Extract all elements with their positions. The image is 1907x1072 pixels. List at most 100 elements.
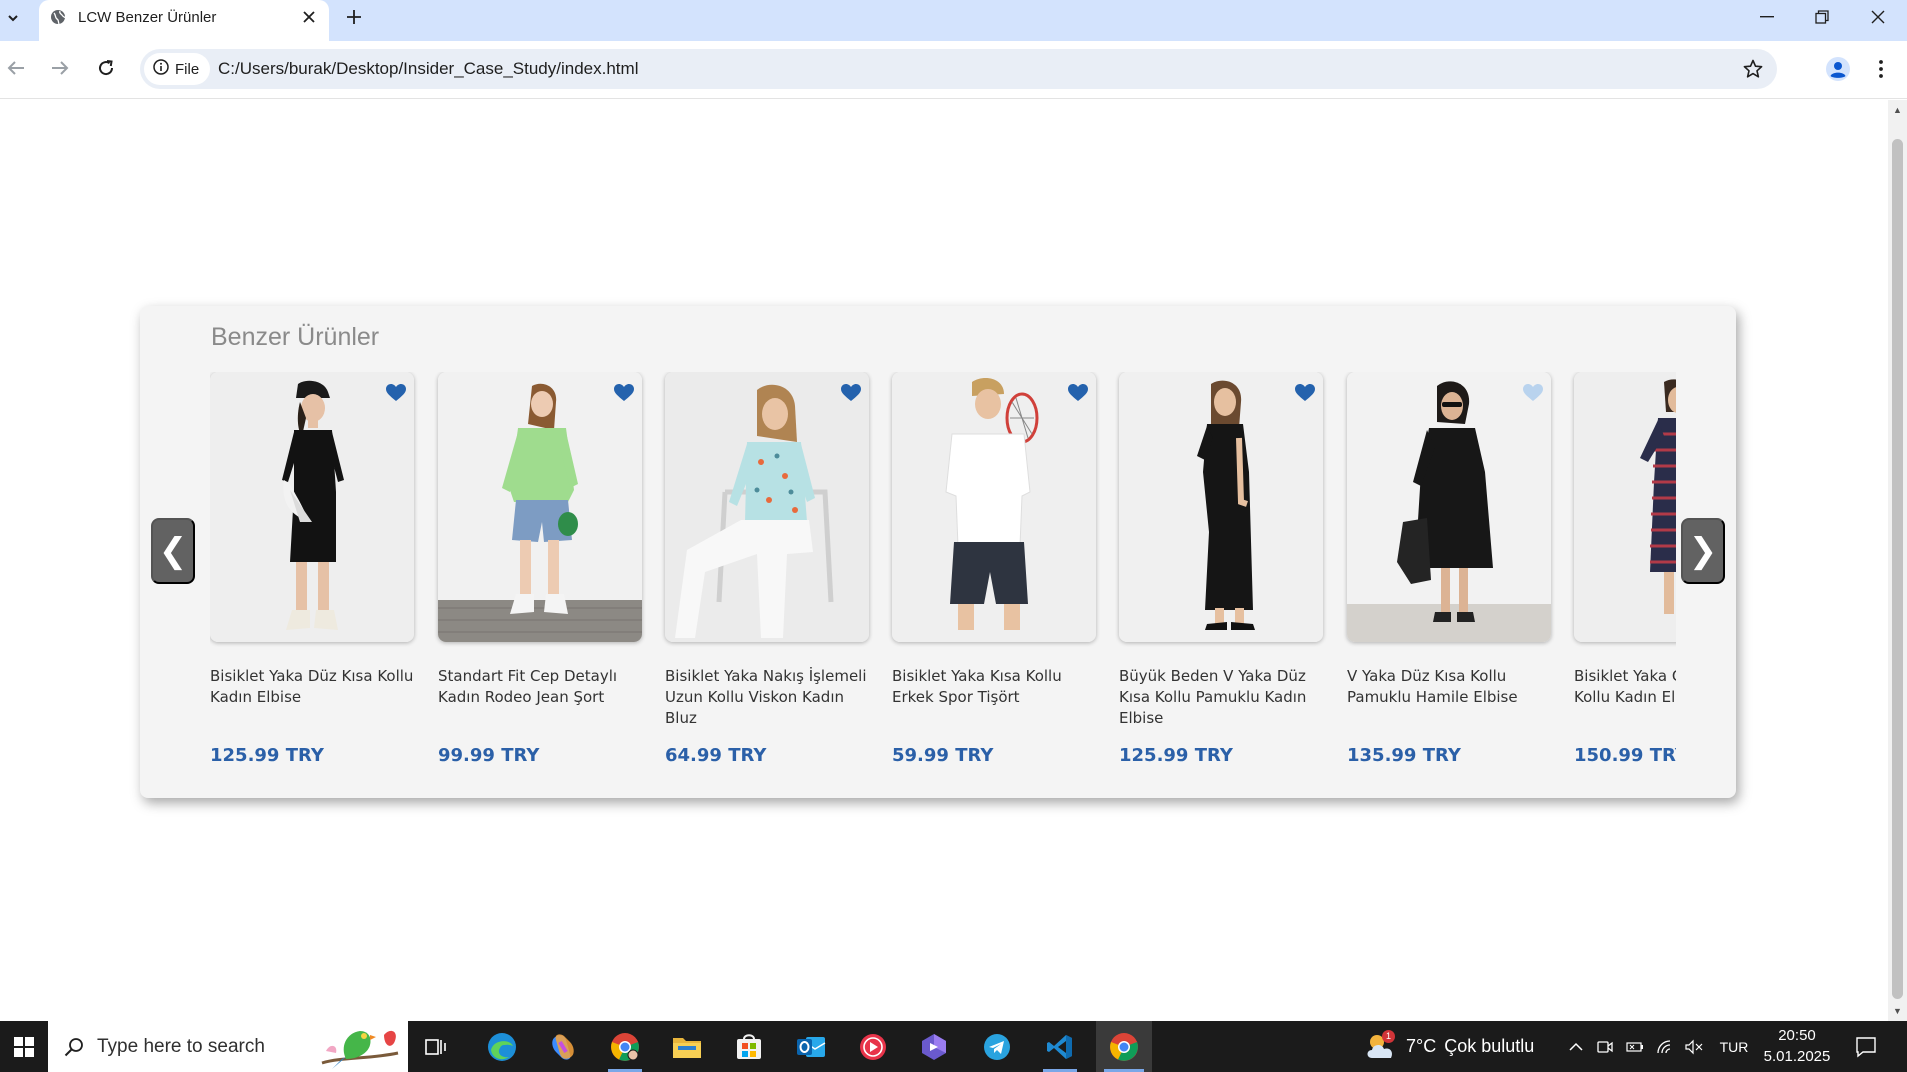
product-name[interactable]: Bisiklet Yaka Kısa Kollu Erkek Spor Tişö… — [892, 666, 1096, 708]
product-image[interactable] — [665, 372, 869, 642]
product-image[interactable] — [1347, 372, 1551, 642]
product-card[interactable]: Bisiklet Yaka Nakış İşlemeli Uzun Kollu … — [665, 372, 871, 782]
chrome-profile-icon[interactable] — [600, 1021, 650, 1072]
favorite-heart-icon[interactable] — [612, 382, 636, 404]
clock-date: 5.01.2025 — [1763, 1048, 1831, 1065]
heart-shape — [841, 384, 861, 401]
heart-shape — [1068, 384, 1088, 401]
media-player-icon[interactable] — [848, 1021, 898, 1072]
meet-camera-icon[interactable] — [1594, 1021, 1616, 1072]
product-card[interactable]: Bisiklet Yaka Çizgili Kısa Kollu Kadın E… — [1574, 372, 1676, 782]
search-highlight-bird-icon — [316, 1023, 402, 1070]
product-image[interactable] — [892, 372, 1096, 642]
address-bar[interactable]: File C:/Users/burak/Desktop/Insider_Case… — [140, 49, 1777, 89]
carousel-prev-button[interactable]: ❮ — [151, 518, 195, 584]
heart-shape — [386, 384, 406, 401]
product-image[interactable] — [210, 372, 414, 642]
close-window-icon[interactable] — [1850, 0, 1906, 34]
search-placeholder: Type here to search — [97, 1036, 265, 1057]
weather-widget[interactable]: 1 7°C Çok bulutlu — [1364, 1021, 1534, 1072]
active-tab[interactable]: LCW Benzer Ürünler — [39, 0, 329, 41]
network-icon[interactable] — [1654, 1021, 1676, 1072]
heart-shape — [1523, 384, 1543, 401]
system-clock[interactable]: 20:50 5.01.2025 — [1760, 1025, 1834, 1067]
reload-icon[interactable] — [91, 53, 121, 83]
new-tab-plus-icon[interactable] — [342, 5, 366, 29]
cloudy-weather-icon: 1 — [1364, 1029, 1398, 1062]
page-viewport: Benzer Ürünler Bisiklet Yaka Düz Kısa Ko… — [0, 100, 1888, 1021]
carousel-title: Benzer Ürünler — [211, 323, 380, 351]
site-info-label: File — [175, 60, 200, 78]
carousel-track: Bisiklet Yaka Düz Kısa Kollu Kadın Elbis… — [210, 372, 1676, 782]
windows-start-icon[interactable] — [0, 1021, 48, 1072]
back-arrow-icon[interactable] — [1, 53, 31, 83]
notification-center-icon[interactable] — [1852, 1033, 1880, 1061]
taskbar-search-box[interactable]: Type here to search — [48, 1021, 408, 1072]
microsoft-store-icon[interactable] — [724, 1021, 774, 1072]
tab-search-chevron-icon[interactable] — [0, 3, 26, 33]
similar-products-carousel: Benzer Ürünler Bisiklet Yaka Düz Kısa Ko… — [140, 306, 1736, 798]
product-price: 150.99 TRY — [1574, 745, 1676, 766]
vscode-icon[interactable] — [1035, 1021, 1085, 1072]
product-image[interactable] — [1119, 372, 1323, 642]
product-price: 99.99 TRY — [438, 745, 540, 766]
product-name[interactable]: Bisiklet Yaka Çizgili Kısa Kollu Kadın E… — [1574, 666, 1676, 708]
input-language[interactable]: TUR — [1716, 1021, 1752, 1072]
outlook-icon[interactable] — [786, 1021, 836, 1072]
edge-browser-icon[interactable] — [477, 1021, 527, 1072]
url-text[interactable]: C:/Users/burak/Desktop/Insider_Case_Stud… — [218, 59, 638, 79]
weather-temperature: 7°C — [1406, 1036, 1437, 1056]
product-name[interactable]: Standart Fit Cep Detaylı Kadın Rodeo Jea… — [438, 666, 642, 708]
carousel-track-window: Bisiklet Yaka Düz Kısa Kollu Kadın Elbis… — [210, 372, 1676, 782]
show-hidden-icons-chevron-icon[interactable] — [1564, 1021, 1588, 1072]
tab-strip: LCW Benzer Ürünler — [0, 0, 1907, 41]
site-info-chip[interactable]: File — [144, 53, 210, 85]
product-image[interactable] — [438, 372, 642, 642]
profile-avatar-icon[interactable] — [1821, 52, 1855, 86]
bookmark-star-icon[interactable] — [1741, 57, 1765, 81]
product-card[interactable]: V Yaka Düz Kısa Kollu Pamuklu Hamile Elb… — [1347, 372, 1553, 782]
copilot-icon[interactable] — [538, 1021, 588, 1072]
product-card[interactable]: Standart Fit Cep Detaylı Kadın Rodeo Jea… — [438, 372, 644, 782]
product-price: 125.99 TRY — [1119, 745, 1233, 766]
page-scrollbar[interactable]: ▲ ▼ — [1888, 100, 1907, 1021]
favorite-heart-icon[interactable] — [839, 382, 863, 404]
product-card[interactable]: Bisiklet Yaka Düz Kısa Kollu Kadın Elbis… — [210, 372, 416, 782]
favorite-heart-icon[interactable] — [1066, 382, 1090, 404]
chrome-icon[interactable] — [1096, 1021, 1152, 1072]
info-icon — [153, 58, 169, 80]
scroll-down-arrow-icon[interactable]: ▼ — [1892, 1004, 1903, 1018]
scroll-thumb[interactable] — [1892, 139, 1903, 999]
product-name[interactable]: V Yaka Düz Kısa Kollu Pamuklu Hamile Elb… — [1347, 666, 1551, 708]
favorite-heart-icon[interactable] — [1521, 382, 1545, 404]
tab-title: LCW Benzer Ürünler — [78, 9, 217, 26]
product-price: 59.99 TRY — [892, 745, 994, 766]
more-menu-icon[interactable] — [1868, 52, 1894, 86]
product-image[interactable] — [1574, 372, 1676, 642]
taskbar: Type here to search 1 7°C Çok bulutlu TU… — [0, 1021, 1907, 1072]
weather-badge: 1 — [1382, 1029, 1395, 1043]
clipchamp-icon[interactable] — [909, 1021, 959, 1072]
product-card[interactable]: Bisiklet Yaka Kısa Kollu Erkek Spor Tişö… — [892, 372, 1098, 782]
favorite-heart-icon[interactable] — [384, 382, 408, 404]
close-tab-icon[interactable] — [299, 7, 319, 27]
task-view-icon[interactable] — [411, 1021, 461, 1072]
minimize-window-icon[interactable] — [1739, 0, 1795, 34]
product-price: 135.99 TRY — [1347, 745, 1461, 766]
browser-toolbar: File C:/Users/burak/Desktop/Insider_Case… — [0, 41, 1907, 99]
product-name[interactable]: Büyük Beden V Yaka Düz Kısa Kollu Pamukl… — [1119, 666, 1323, 729]
favorite-heart-icon[interactable] — [1293, 382, 1317, 404]
scroll-up-arrow-icon[interactable]: ▲ — [1892, 103, 1903, 117]
telegram-icon[interactable] — [972, 1021, 1022, 1072]
product-name[interactable]: Bisiklet Yaka Düz Kısa Kollu Kadın Elbis… — [210, 666, 414, 708]
product-card[interactable]: Büyük Beden V Yaka Düz Kısa Kollu Pamukl… — [1119, 372, 1325, 782]
volume-muted-icon[interactable] — [1683, 1021, 1705, 1072]
product-price: 64.99 TRY — [665, 745, 767, 766]
file-explorer-icon[interactable] — [662, 1021, 712, 1072]
restore-window-icon[interactable] — [1794, 0, 1850, 34]
forward-arrow-icon[interactable] — [45, 53, 75, 83]
carousel-next-button[interactable]: ❯ — [1681, 518, 1725, 584]
battery-icon[interactable] — [1624, 1021, 1646, 1072]
heart-shape — [614, 384, 634, 401]
product-name[interactable]: Bisiklet Yaka Nakış İşlemeli Uzun Kollu … — [665, 666, 869, 729]
